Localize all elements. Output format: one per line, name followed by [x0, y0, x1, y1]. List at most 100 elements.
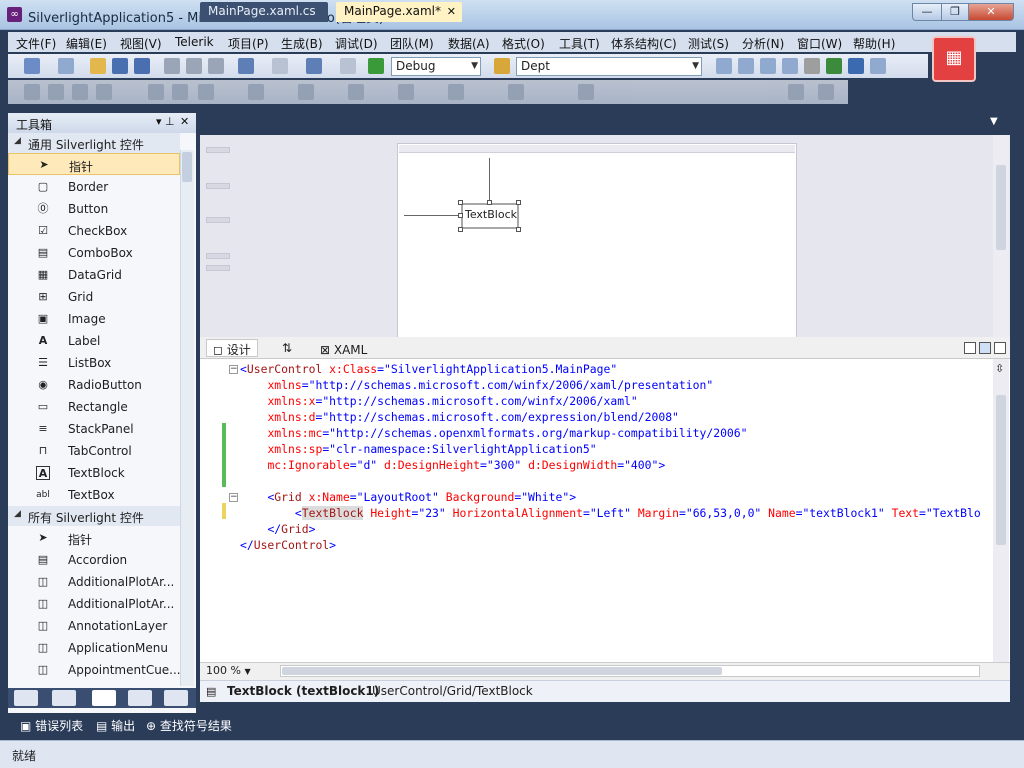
menu-view[interactable]: 视图(V)	[120, 35, 162, 52]
minimize-button[interactable]: —	[912, 3, 942, 21]
toolbox-item-annotationlayer[interactable]: ◫ AnnotationLayer	[8, 615, 180, 637]
data-sources-tab[interactable]	[52, 690, 76, 706]
collapse-icon[interactable]: −	[229, 493, 238, 502]
copy-icon[interactable]	[186, 58, 202, 74]
navigate-icon[interactable]	[306, 58, 322, 74]
error-list-tab[interactable]: ▣ 错误列表	[20, 717, 83, 734]
menu-architecture[interactable]: 体系结构(C)	[611, 35, 677, 52]
object-browser-icon[interactable]	[782, 58, 798, 74]
command-window-icon[interactable]	[870, 58, 886, 74]
align-icon[interactable]	[148, 84, 164, 100]
toolbox-tab[interactable]	[92, 690, 116, 706]
toolbox-item-pointer[interactable]: ➤ 指针	[8, 527, 180, 549]
menu-project[interactable]: 项目(P)	[228, 35, 269, 52]
find-in-files-icon[interactable]	[716, 58, 732, 74]
tab-order-icon[interactable]	[818, 84, 834, 100]
toolbox-item-additionalplotarea[interactable]: ◫ AdditionalPlotAr...	[8, 571, 180, 593]
menu-telerik[interactable]: Telerik	[175, 35, 214, 49]
extension-icon[interactable]	[826, 58, 842, 74]
align-icon[interactable]	[172, 84, 188, 100]
align-icon[interactable]	[48, 84, 64, 100]
designer-scroll-thumb[interactable]	[996, 165, 1006, 250]
toolbox-item-radiobutton[interactable]: ◉ RadioButton	[8, 374, 180, 396]
tab-mainpage-xaml-cs[interactable]: MainPage.xaml.cs	[200, 2, 328, 22]
toolbox-item-grid[interactable]: ⊞ Grid	[8, 286, 180, 308]
menu-test[interactable]: 测试(S)	[688, 35, 729, 52]
textblock-control[interactable]: TextBlock	[461, 203, 519, 229]
toolbox-item-textblock[interactable]: A TextBlock	[8, 462, 180, 484]
find-symbol-results-tab[interactable]: ⊕ 查找符号结果	[146, 717, 232, 734]
toolbox-item-applicationmenu[interactable]: ◫ ApplicationMenu	[8, 637, 180, 659]
menu-help[interactable]: 帮助(H)	[853, 35, 895, 52]
new-project-icon[interactable]	[24, 58, 40, 74]
menu-format[interactable]: 格式(O)	[502, 35, 545, 52]
toolbox-item-rectangle[interactable]: ▭ Rectangle	[8, 396, 180, 418]
align-icon[interactable]	[96, 84, 112, 100]
spacing-icon[interactable]	[348, 84, 364, 100]
find-icon[interactable]	[494, 58, 510, 74]
properties-icon[interactable]	[760, 58, 776, 74]
close-button[interactable]: ✕	[968, 3, 1014, 21]
toolbox-category-all[interactable]: ◢ 所有 Silverlight 控件	[8, 506, 180, 526]
tab-list-dropdown-icon[interactable]: ▼	[990, 116, 998, 127]
save-icon[interactable]	[112, 58, 128, 74]
undo-icon[interactable]	[238, 58, 254, 74]
size-icon[interactable]	[248, 84, 264, 100]
start-debug-icon[interactable]	[368, 58, 384, 74]
menu-debug[interactable]: 调试(D)	[335, 35, 378, 52]
resize-handle[interactable]	[458, 213, 463, 218]
selected-element-name[interactable]: TextBlock (textBlock1)	[227, 684, 379, 698]
save-all-icon[interactable]	[134, 58, 150, 74]
redo-icon[interactable]	[272, 58, 288, 74]
design-view-tab[interactable]: ◻ 设计	[206, 339, 258, 357]
solution-config-select[interactable]: Debug ▼	[391, 57, 481, 76]
close-tab-icon[interactable]: ✕	[447, 5, 456, 18]
toolbox-item-appointmentcue[interactable]: ◫ AppointmentCue...	[8, 659, 181, 681]
start-page-icon[interactable]	[848, 58, 864, 74]
settings-icon[interactable]	[448, 84, 464, 100]
horizontal-split-icon[interactable]	[979, 342, 991, 354]
menu-team[interactable]: 团队(M)	[390, 35, 434, 52]
toolbox-item-textbox[interactable]: abl TextBox	[8, 484, 180, 506]
collapse-icon[interactable]: −	[229, 365, 238, 374]
solution-explorer-icon[interactable]	[738, 58, 754, 74]
toolbox-item-border[interactable]: ▢ Border	[8, 176, 180, 198]
toolbox-item-stackpanel[interactable]: ≡ StackPanel	[8, 418, 180, 440]
menu-tools[interactable]: 工具(T)	[559, 35, 600, 52]
toolbox-item-listbox[interactable]: ☰ ListBox	[8, 352, 180, 374]
pin-icon[interactable]: ▾ ⊥	[156, 115, 175, 128]
tab-mainpage-xaml[interactable]: MainPage.xaml* ✕	[336, 2, 462, 22]
resize-handle[interactable]	[516, 200, 521, 205]
toolbox-item-tabcontrol[interactable]: ⊓ TabControl	[8, 440, 180, 462]
code-text[interactable]: <UserControl x:Class="SilverlightApplica…	[240, 361, 992, 661]
vertical-split-icon[interactable]	[964, 342, 976, 354]
editor-horizontal-scroll-thumb[interactable]	[282, 667, 722, 675]
resize-handle[interactable]	[458, 200, 463, 205]
menu-data[interactable]: 数据(A)	[448, 35, 490, 52]
navigate-forward-icon[interactable]	[340, 58, 356, 74]
center-icon[interactable]	[508, 84, 524, 100]
output-tab[interactable]: ▤ 输出	[96, 717, 135, 734]
spacing-icon[interactable]	[398, 84, 414, 100]
toolbox-item-accordion[interactable]: ▤ Accordion	[8, 549, 180, 571]
toolbox-item-label[interactable]: A Label	[8, 330, 180, 352]
paste-icon[interactable]	[208, 58, 224, 74]
align-icon[interactable]	[24, 84, 40, 100]
close-icon[interactable]: ✕	[180, 115, 189, 128]
toolbox-scroll-thumb[interactable]	[182, 152, 192, 182]
toolbox-item-checkbox[interactable]: ☑ CheckBox	[8, 220, 180, 242]
size-icon[interactable]	[198, 84, 214, 100]
usercontrol-canvas[interactable]	[397, 143, 797, 338]
collapse-pane-icon[interactable]	[994, 342, 1006, 354]
toolbox-item-pointer[interactable]: ➤ 指针	[8, 153, 180, 175]
menu-build[interactable]: 生成(B)	[281, 35, 323, 52]
open-file-icon[interactable]	[90, 58, 106, 74]
align-icon[interactable]	[72, 84, 88, 100]
order-icon[interactable]	[578, 84, 594, 100]
find-combo[interactable]: Dept ▼	[516, 57, 702, 76]
lock-icon[interactable]	[788, 84, 804, 100]
toolbox-scrollbar[interactable]	[180, 150, 194, 686]
resize-handle[interactable]	[458, 227, 463, 232]
swap-panes-icon[interactable]: ⇅	[282, 341, 292, 355]
menu-edit[interactable]: 编辑(E)	[66, 35, 107, 52]
